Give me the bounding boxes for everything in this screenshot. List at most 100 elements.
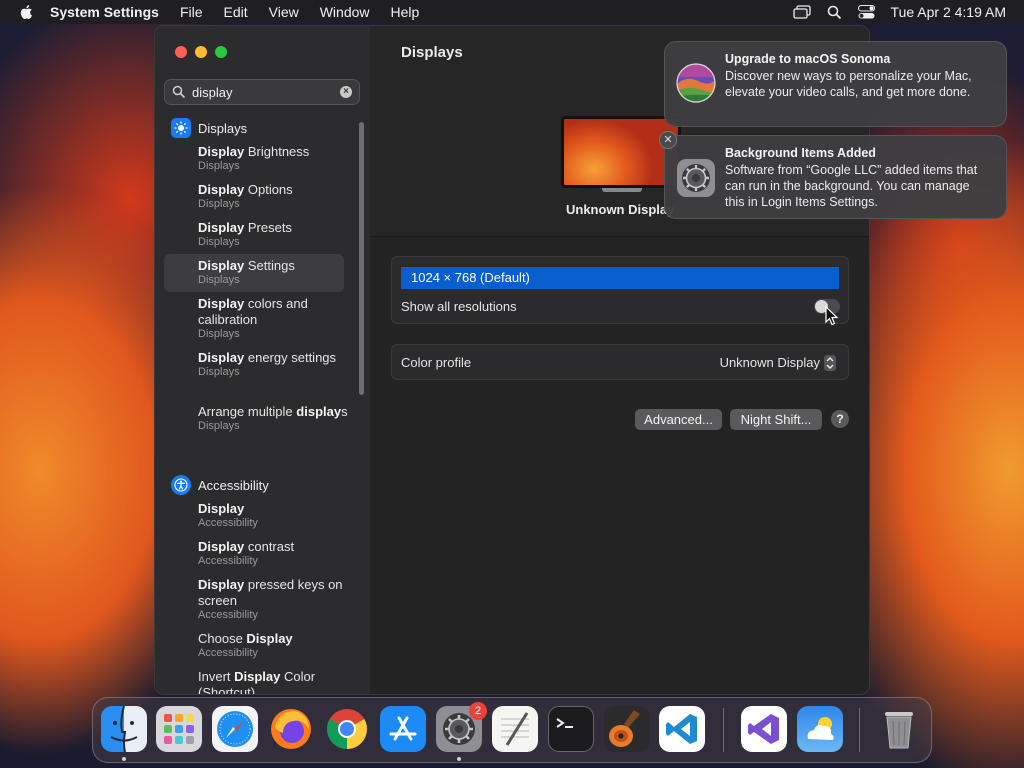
vscode-icon — [666, 714, 697, 744]
result-title: Arrange multiple displays — [198, 404, 348, 420]
color-profile-select[interactable]: Unknown Display — [720, 355, 820, 370]
result-display-colors[interactable]: Display colors and calibration Displays — [198, 296, 348, 341]
category-displays[interactable]: Displays — [171, 117, 247, 139]
dock-separator — [859, 708, 860, 752]
page-title: Displays — [401, 44, 463, 61]
dock-finder[interactable] — [101, 706, 147, 752]
color-profile-label: Color profile — [401, 355, 472, 370]
result-choose-display[interactable]: Choose Display Accessibility — [198, 631, 348, 660]
result-subtitle: Accessibility — [198, 555, 258, 567]
result-display-presets[interactable]: Display Presets Displays — [198, 220, 348, 249]
result-arrange-displays[interactable]: Arrange multiple displays Displays — [198, 404, 348, 433]
dock-weather[interactable] — [797, 706, 843, 752]
notification-background-items[interactable]: Background Items Added Software from “Go… — [664, 135, 1007, 219]
menu-bar: System Settings File Edit View Window He… — [0, 0, 1024, 24]
chevron-up-down-icon[interactable] — [824, 355, 836, 371]
notification-title: Background Items Added — [725, 146, 876, 160]
result-title: Display Brightness — [198, 144, 348, 160]
result-display-energy[interactable]: Display energy settings Displays — [198, 350, 348, 379]
mouse-pointer-icon — [825, 306, 839, 326]
resolution-option-selected[interactable]: 1024 × 768 (Default) — [401, 267, 839, 289]
search-input[interactable]: display — [192, 85, 232, 100]
help-button[interactable]: ? — [831, 410, 849, 428]
result-title: Display Presets — [198, 220, 348, 236]
result-title-match: Display — [198, 539, 245, 554]
result-title-match: Display — [198, 258, 245, 273]
launchpad-icon — [164, 714, 194, 744]
resolution-panel: 1024 × 768 (Default) Show all resolution… — [391, 256, 849, 324]
result-title: Display — [198, 501, 348, 517]
result-title: Choose Display — [198, 631, 348, 647]
dock-visual-studio[interactable] — [741, 706, 787, 752]
result-title-match: Display — [198, 350, 245, 365]
menu-app-name[interactable]: System Settings — [50, 4, 159, 20]
notification-sonoma-upgrade[interactable]: Upgrade to macOS Sonoma Discover new way… — [664, 41, 1007, 127]
weather-icon — [807, 717, 834, 740]
minimize-window-button[interactable] — [195, 46, 207, 58]
dock-launchpad[interactable] — [156, 706, 202, 752]
result-title-rest: energy settings — [244, 350, 337, 365]
result-title: Invert Display Color (Shortcut) — [198, 669, 348, 694]
result-subtitle: Accessibility — [198, 517, 258, 529]
result-subtitle: Displays — [198, 236, 240, 248]
dock: 2 — [92, 697, 932, 763]
result-subtitle: Displays — [198, 420, 240, 432]
result-subtitle: Displays — [198, 198, 240, 210]
textedit-icon — [501, 712, 529, 746]
monitor-thumbnail[interactable] — [561, 116, 681, 188]
result-title: Display Options — [198, 182, 348, 198]
result-title-match: Display — [198, 220, 245, 235]
advanced-button[interactable]: Advanced... — [635, 409, 722, 430]
result-title: Display colors and calibration — [198, 296, 348, 328]
result-title: Display energy settings — [198, 350, 348, 366]
chrome-icon — [327, 709, 367, 749]
result-subtitle: Displays — [198, 160, 240, 172]
dock-safari[interactable] — [212, 706, 258, 752]
category-accessibility[interactable]: Accessibility — [171, 474, 269, 496]
dock-textedit[interactable] — [492, 706, 538, 752]
dock-firefox[interactable] — [268, 706, 314, 752]
search-field[interactable]: display × — [164, 79, 360, 105]
notification-title: Upgrade to macOS Sonoma — [725, 52, 891, 66]
menu-help[interactable]: Help — [391, 4, 420, 20]
result-display-options[interactable]: Display Options Displays — [198, 182, 348, 211]
sidebar-scrollbar[interactable] — [359, 122, 364, 395]
result-title-rest: contrast — [244, 539, 295, 554]
close-window-button[interactable] — [175, 46, 187, 58]
zoom-window-button[interactable] — [215, 46, 227, 58]
dock-app-store[interactable] — [380, 706, 426, 752]
menu-clock[interactable]: Tue Apr 2 4:19 AM — [891, 4, 1006, 20]
dock-vscode[interactable] — [659, 706, 705, 752]
clear-search-icon[interactable]: × — [340, 86, 352, 98]
show-all-resolutions-label: Show all resolutions — [401, 299, 517, 314]
control-center-icon[interactable] — [857, 5, 875, 19]
apple-menu-icon[interactable] — [18, 3, 36, 21]
result-subtitle: Accessibility — [198, 609, 258, 621]
color-profile-row: Color profile Unknown Display — [391, 344, 849, 380]
close-notification-icon[interactable]: ✕ — [659, 131, 677, 149]
macos-sonoma-icon — [676, 63, 716, 103]
result-title-rest: Presets — [244, 220, 292, 235]
result-display-brightness[interactable]: Display Brightness Displays — [198, 144, 348, 173]
menu-edit[interactable]: Edit — [224, 4, 248, 20]
dock-garageband[interactable] — [604, 706, 650, 752]
menu-view[interactable]: View — [269, 4, 299, 20]
menu-window[interactable]: Window — [320, 4, 370, 20]
menu-file[interactable]: File — [180, 4, 203, 20]
result-title-rest: Choose — [198, 631, 247, 646]
dock-terminal[interactable] — [548, 706, 594, 752]
result-display-pressed-keys[interactable]: Display pressed keys on screen Accessibi… — [198, 577, 348, 622]
dock-chrome[interactable] — [324, 706, 370, 752]
result-subtitle: Displays — [198, 366, 240, 378]
result-accessibility-display[interactable]: Display Accessibility — [198, 501, 348, 530]
night-shift-button[interactable]: Night Shift... — [730, 409, 822, 430]
screen-mirroring-icon[interactable] — [792, 5, 811, 19]
result-display-settings[interactable]: Display Settings Displays — [198, 258, 348, 287]
sidebar: display × Displays Display Brightness Di… — [155, 26, 371, 694]
result-display-contrast[interactable]: Display contrast Accessibility — [198, 539, 348, 568]
result-title-rest: Invert — [198, 669, 235, 684]
spotlight-search-icon[interactable] — [827, 5, 842, 20]
result-title-match: Display — [198, 144, 245, 159]
dock-trash[interactable] — [876, 706, 922, 752]
result-invert-display-color[interactable]: Invert Display Color (Shortcut) — [198, 669, 348, 694]
